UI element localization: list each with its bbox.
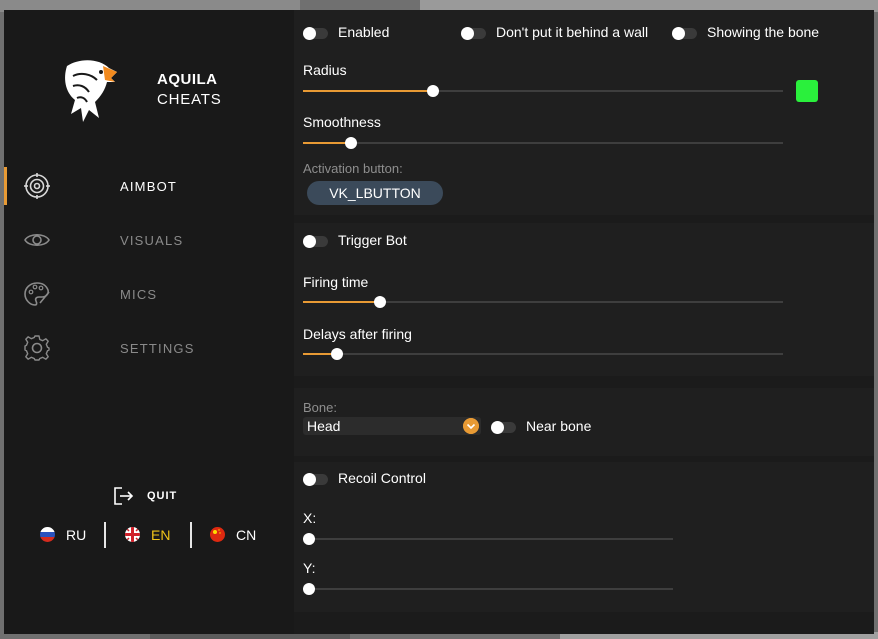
slider-thumb[interactable] <box>426 85 439 97</box>
china-flag-icon <box>210 527 225 542</box>
sidebar-item-label: SETTINGS <box>120 341 195 356</box>
toggle-knob <box>303 27 316 40</box>
chevron-down-icon <box>463 418 479 434</box>
toggle-knob <box>672 27 685 40</box>
recoil-x-slider[interactable] <box>303 532 673 546</box>
delays-slider[interactable] <box>303 347 783 361</box>
slider-rail <box>303 142 783 144</box>
sidebar-item-visuals[interactable]: VISUALS <box>4 221 294 259</box>
brand-subtitle: CHEATS <box>157 91 222 108</box>
gear-icon <box>24 335 50 361</box>
slider-thumb[interactable] <box>330 348 343 360</box>
recoil-x-label: X: <box>303 510 317 526</box>
toggle-knob <box>461 27 474 40</box>
smoothness-label: Smoothness <box>303 114 381 130</box>
recoil-control-label: Recoil Control <box>338 470 426 486</box>
uk-flag-icon <box>125 527 140 542</box>
showing-bone-label: Showing the bone <box>707 24 820 40</box>
toggle-knob <box>303 235 316 248</box>
trigger-bot-label: Trigger Bot <box>338 232 407 248</box>
language-label: RU <box>66 527 87 543</box>
recoil-y-label: Y: <box>303 560 316 576</box>
activation-key-button[interactable]: VK_LBUTTON <box>307 181 443 205</box>
delays-label: Delays after firing <box>303 326 412 342</box>
palette-icon <box>24 282 50 306</box>
slider-thumb[interactable] <box>345 137 357 149</box>
sidebar-item-label: VISUALS <box>120 233 184 248</box>
cheat-menu-window: AQUILA CHEATS AIMBOT VISUALS MICS SETTIN… <box>4 10 874 634</box>
smoothness-slider[interactable] <box>303 136 783 150</box>
bone-selected-value: Head <box>307 418 341 434</box>
eagle-logo-icon <box>65 60 117 122</box>
recoil-y-slider[interactable] <box>303 582 673 596</box>
toggle-knob <box>491 421 504 434</box>
language-label: EN <box>151 527 171 543</box>
firing-time-label: Firing time <box>303 274 369 290</box>
language-divider <box>190 522 192 548</box>
slider-thumb[interactable] <box>303 533 315 545</box>
activation-button-label: Activation button: <box>303 161 403 176</box>
exit-icon <box>114 487 134 505</box>
brand-name: AQUILA <box>157 71 218 88</box>
bone-select[interactable]: Head <box>303 417 481 435</box>
language-divider <box>104 522 106 548</box>
bone-label: Bone: <box>303 400 337 415</box>
toggle-knob <box>303 473 316 486</box>
near-bone-label: Near bone <box>526 418 592 434</box>
eye-icon <box>24 233 50 247</box>
sidebar-item-label: AIMBOT <box>120 179 178 194</box>
radius-label: Radius <box>303 62 347 78</box>
slider-rail <box>303 588 673 590</box>
russia-flag-icon <box>40 527 55 542</box>
sidebar-item-settings[interactable]: SETTINGS <box>4 329 294 367</box>
sidebar: AQUILA CHEATS AIMBOT VISUALS MICS SETTIN… <box>4 10 294 634</box>
quit-label: QUIT <box>147 490 178 502</box>
quit-button[interactable]: QUIT <box>112 485 202 509</box>
language-label: CN <box>236 527 257 543</box>
firing-time-slider[interactable] <box>303 295 783 309</box>
slider-thumb[interactable] <box>303 583 315 595</box>
slider-fill <box>303 142 351 144</box>
slider-rail <box>303 353 783 355</box>
sidebar-item-mics[interactable]: MICS <box>4 275 294 313</box>
enabled-label: Enabled <box>338 24 390 40</box>
aimbot-panel: Enabled Don't put it behind a wall Showi… <box>294 10 874 634</box>
behind-wall-label: Don't put it behind a wall <box>496 24 649 40</box>
sidebar-item-label: MICS <box>120 287 158 302</box>
slider-fill <box>303 301 380 303</box>
slider-rail <box>303 538 673 540</box>
radius-slider[interactable] <box>303 84 783 98</box>
slider-fill <box>303 90 433 92</box>
radius-color-picker[interactable] <box>796 80 818 102</box>
sidebar-item-aimbot[interactable]: AIMBOT <box>4 167 294 205</box>
slider-thumb[interactable] <box>373 296 386 308</box>
crosshair-icon <box>24 173 50 199</box>
